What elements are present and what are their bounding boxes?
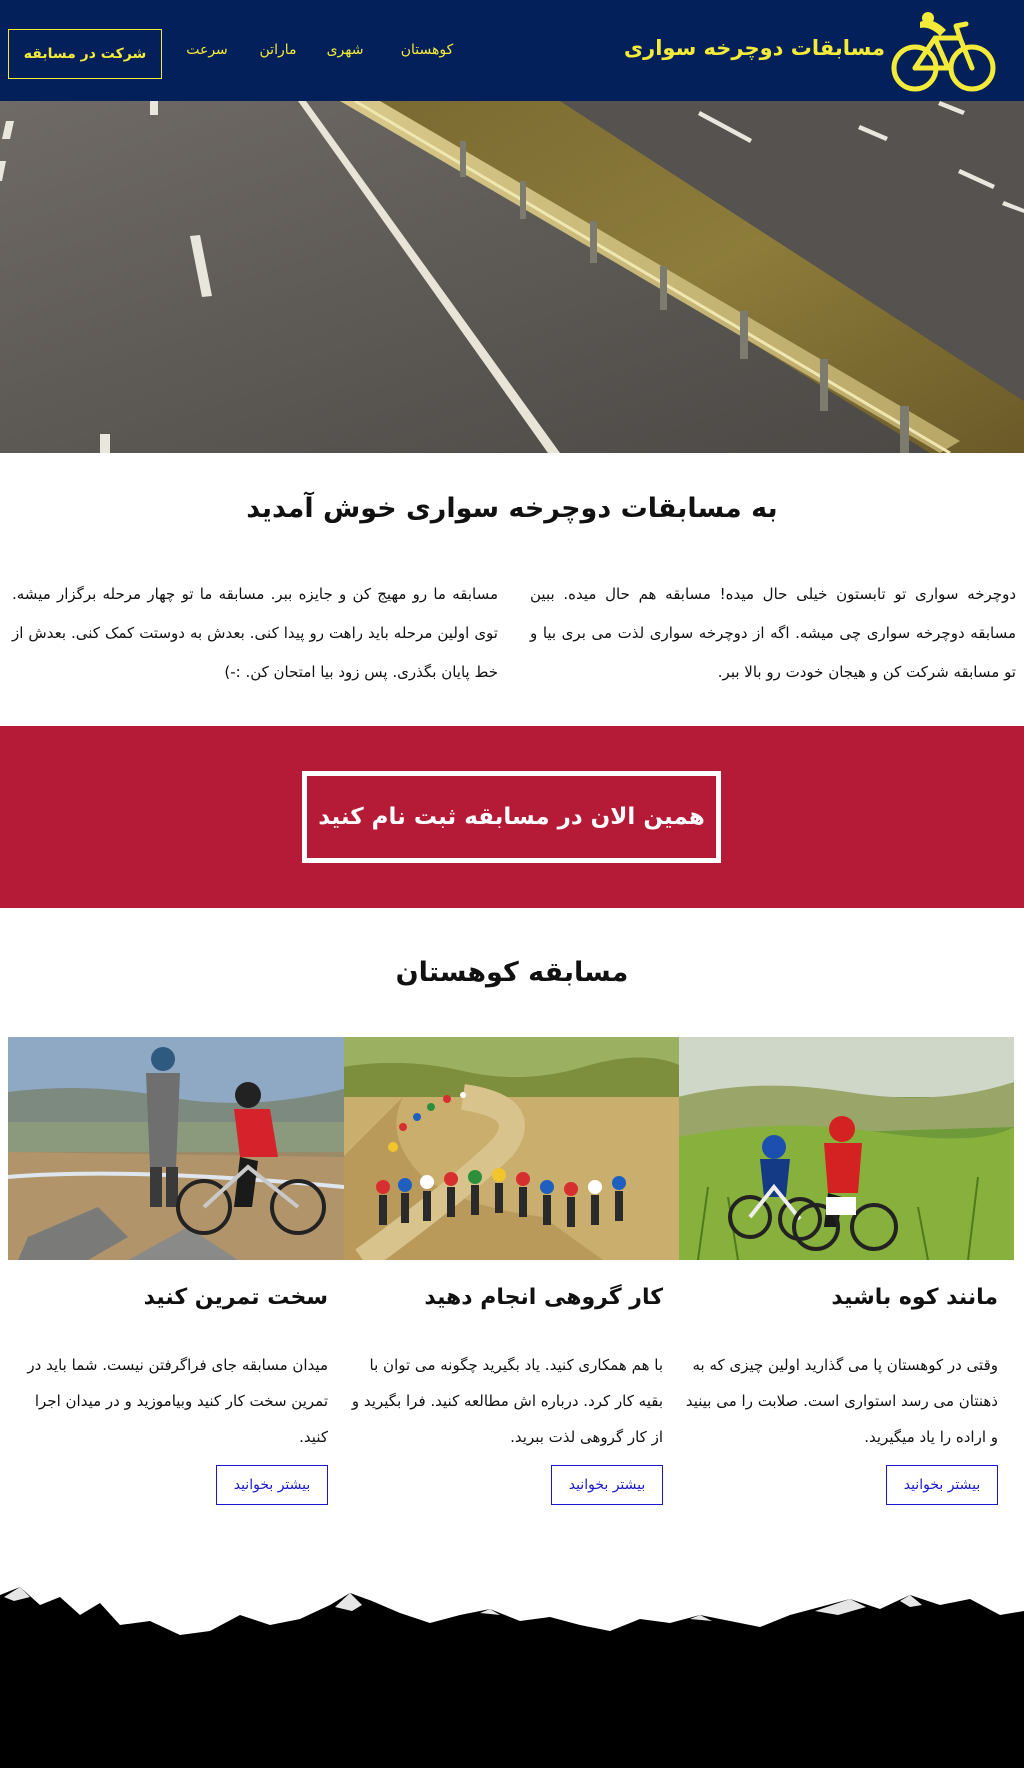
card-title-be-like-mountain: مانند کوه باشید xyxy=(831,1285,998,1310)
card-title-teamwork: کار گروهی انجام دهید xyxy=(424,1285,663,1310)
card-text-teamwork: با هم همکاری کنید. یاد بگیرید چگونه می ت… xyxy=(351,1356,663,1446)
brand-title[interactable]: مسابقات دوچرخه سواری xyxy=(560,36,885,60)
nav-item-speed[interactable]: سرعت xyxy=(184,42,230,58)
welcome-paragraph-left: مسابقه ما رو مهیج کن و جایزه ببر. مسابقه… xyxy=(12,585,498,681)
footer-mountain-silhouette xyxy=(0,1575,1024,1768)
card-photo-train-hard xyxy=(8,1037,344,1260)
bicycle-icon[interactable] xyxy=(890,8,996,94)
welcome-title: به مسابقات دوچرخه سواری خوش آمدید xyxy=(246,493,778,524)
join-race-button[interactable]: شرکت در مسابقه xyxy=(8,29,162,79)
card-photo-be-like-mountain xyxy=(678,1037,1014,1260)
nav-item-mountain[interactable]: کوهستان xyxy=(392,42,462,58)
nav-item-city[interactable]: شهری xyxy=(322,42,368,58)
welcome-paragraph-right: دوچرخه سواری تو تابستون خیلی حال میده! م… xyxy=(530,585,1016,681)
card-photo-teamwork xyxy=(343,1037,679,1260)
site-header: مسابقات دوچرخه سواری کوهستان شهری ماراتن… xyxy=(0,0,1024,101)
read-more-button[interactable]: بیشتر بخوانید xyxy=(216,1465,328,1505)
mountain-race-title: مسابقه کوهستان xyxy=(395,957,629,988)
read-more-button[interactable]: بیشتر بخوانید xyxy=(886,1465,998,1505)
read-more-button[interactable]: بیشتر بخوانید xyxy=(551,1465,663,1505)
card-text-be-like-mountain: وقتی در کوهستان پا می گذارید اولین چیزی … xyxy=(685,1356,998,1446)
hero-image xyxy=(0,101,1024,453)
nav-item-marathon[interactable]: ماراتن xyxy=(255,42,301,58)
card-text-train-hard: میدان مسابقه جای فراگرفتن نیست. شما باید… xyxy=(27,1356,328,1446)
register-now-button[interactable]: همین الان در مسابقه ثبت نام کنید xyxy=(302,771,721,863)
card-title-train-hard: سخت تمرین کنید xyxy=(143,1285,328,1310)
